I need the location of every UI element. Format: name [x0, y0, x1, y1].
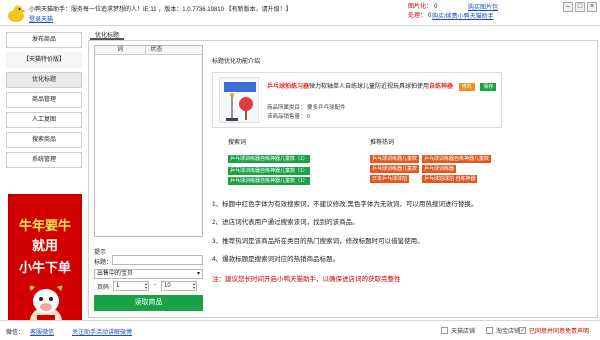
top-links: 购买图片包 购买/续费小鸭天猫助手: [432, 4, 498, 22]
hot-word-tag[interactable]: 乒乓球训练器自练神器儿童款: [422, 155, 492, 163]
product-status-select[interactable]: 出售中的宝贝 ▾: [94, 269, 203, 279]
agree-disclaimer-checkbox[interactable]: 已同意并同意免责声明: [519, 326, 589, 335]
buy-image-pack-link[interactable]: 购买图片包: [468, 4, 498, 13]
taobao-shop-checkbox[interactable]: 淘宝店铺: [486, 326, 520, 335]
hot-word-tag[interactable]: 日本乒乓球球拍: [370, 175, 410, 183]
hot-word-tag[interactable]: 乒乓球拍球拍 自练神器: [422, 175, 478, 183]
bottom-note: 注：建议您长时间开启小鸭天猫助手，以确保进店词的获取完整性: [212, 276, 401, 283]
ad-banner[interactable]: 牛年要牛 就用 小牛下单: [8, 194, 82, 340]
duck-logo-icon: [8, 5, 26, 22]
sidebar-item-search-product[interactable]: 搜索商品: [6, 132, 82, 148]
window-controls: – □ ×: [563, 2, 597, 12]
checkbox-checked-icon: [519, 326, 526, 334]
maximize-icon[interactable]: □: [575, 2, 585, 12]
status-bar: 微信： 客服微信 关注助手活动讲解微博 天猫店铺 淘宝店铺 已同意并同意免责声明: [0, 320, 600, 340]
wechat-label: 微信：: [6, 330, 25, 336]
buy-renew-link[interactable]: 购买/续费小鸭天猫助手: [432, 13, 494, 22]
spinner-icon[interactable]: ▴ ▾: [145, 282, 147, 290]
title-label: 标题：: [94, 260, 113, 266]
checkbox-icon: [486, 327, 493, 334]
product-image: [219, 77, 259, 123]
save-button[interactable]: 保存: [480, 83, 497, 91]
keyword-table-header: 词 状态: [95, 46, 202, 55]
chevron-down-icon: ▾: [196, 271, 200, 277]
page-range-dash: -: [154, 282, 156, 288]
page-to-stepper[interactable]: 10 ▴ ▾: [161, 281, 197, 291]
window-title: 小鸭天猫助手：服务每一位追求梦想的人！IE:11 ，版本：1.0.7736.19…: [29, 7, 292, 13]
login-link[interactable]: 登录天猫: [29, 14, 53, 23]
sidebar-group-tmall-special: 【天猫特价版】: [6, 52, 82, 68]
read-products-button[interactable]: 读取商品: [94, 295, 203, 311]
sidebar: 发布商品 【天猫特价版】 优化标题 商品管理 人工复图 搜索商品 系统管理 牛年…: [6, 30, 82, 340]
title-bar: 小鸭天猫助手：服务每一位追求梦想的人！IE:11 ，版本：1.0.7736.19…: [0, 0, 600, 26]
page-from-stepper[interactable]: 1 ▴ ▾: [113, 281, 149, 291]
sidebar-item-publish[interactable]: 发布商品: [6, 32, 82, 48]
sidebar-item-product-manage[interactable]: 商品管理: [6, 92, 82, 108]
product-title: 乒乓球拍练习器弹力软轴单人自练球儿童防近视玩具球拍使用自练神器 修改 保存: [267, 81, 497, 91]
ad-line-1: 牛年要牛: [18, 218, 71, 233]
hot-words-label: 推荐热词: [370, 140, 395, 146]
edit-button[interactable]: 修改: [458, 83, 475, 91]
checkbox-icon: [441, 327, 448, 334]
follow-weibo-link[interactable]: 关注助手活动讲解微博: [72, 327, 132, 336]
hot-word-tag[interactable]: 乒乓球训练器儿童款: [370, 165, 420, 173]
column-word: 词: [95, 46, 147, 54]
ad-line-2: 就用: [31, 238, 58, 253]
search-word-tag[interactable]: 乒乓球训练器自练神器儿童款（1）: [228, 155, 310, 163]
service-wechat-link[interactable]: 客服微信: [30, 327, 54, 336]
hot-word-tag[interactable]: 乒乓球训练器儿童款: [370, 155, 420, 163]
select-value: 出售中的宝贝: [97, 271, 134, 277]
search-word-tag[interactable]: 乒乓球训练器自练神器儿童款（1）: [228, 177, 310, 185]
tmall-shop-checkbox[interactable]: 天猫店铺: [441, 326, 475, 335]
tip-label: 提示: [94, 250, 107, 256]
rule-1: 1、标题中红色字体为有效搜索词，不建议修改,黑色字体为无效词，可以用热搜词进行替…: [212, 201, 478, 208]
page-label: 页码: [97, 285, 110, 291]
keyword-table[interactable]: 词 状态: [94, 45, 203, 237]
ad-line-3: 小牛下单: [18, 260, 71, 275]
hot-word-tag[interactable]: 乒乓球训练器: [422, 165, 457, 173]
tab-optimize-title[interactable]: 优化标题: [90, 30, 124, 40]
search-word-tag[interactable]: 乒乓球训练器自练神器儿童款（1）: [228, 167, 310, 175]
minimize-icon[interactable]: –: [563, 2, 573, 12]
intro-title: 标题优化功能介绍: [212, 59, 261, 65]
spinner-icon[interactable]: ▴ ▾: [193, 282, 195, 290]
product-sales: 该商品销售量： 0: [267, 114, 311, 120]
rule-4: 4、爆款标题是搜索词对应的热销商品标题。: [212, 256, 340, 263]
sidebar-item-manual-image[interactable]: 人工复图: [6, 112, 82, 128]
search-words-label: 搜索词: [228, 140, 247, 146]
column-status: 状态: [150, 47, 163, 53]
sidebar-item-system[interactable]: 系统管理: [6, 152, 82, 168]
product-category: 商品所属类目： 要多乒乓球配件: [267, 105, 346, 111]
product-card: 乒乓球拍练习器弹力软轴单人自练球儿童防近视玩具球拍使用自练神器 修改 保存 商品…: [212, 72, 502, 128]
rule-2: 2、进店词代表用户通过搜索该词，找到的该商品。: [212, 219, 359, 226]
sidebar-item-optimize-title[interactable]: 优化标题: [6, 72, 82, 88]
rule-3: 3、推荐热词是该商品所在类目的热门搜索词，修改标题时可以借鉴使用。: [212, 238, 424, 245]
close-icon[interactable]: ×: [587, 2, 597, 12]
ping-pong-trainer-icon: [224, 82, 256, 121]
title-input[interactable]: [112, 255, 203, 265]
